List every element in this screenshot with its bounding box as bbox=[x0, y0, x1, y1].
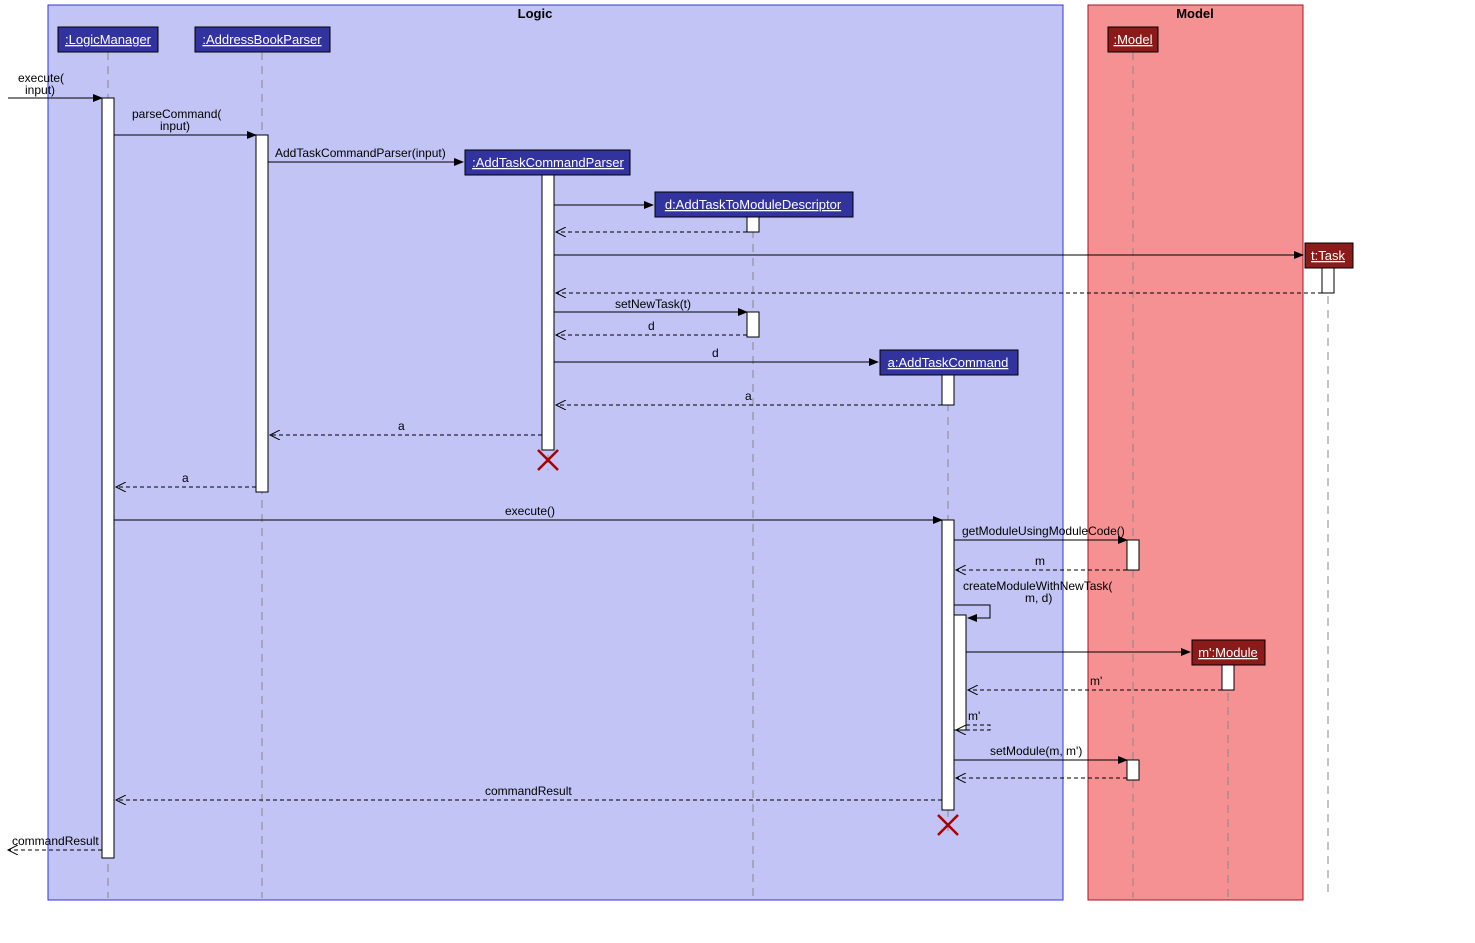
msg-setnewtask-label: setNewTask(t) bbox=[615, 297, 691, 311]
activation-addressbookparser bbox=[256, 135, 268, 492]
msg-execute-label: execute() bbox=[505, 504, 555, 518]
sequence-diagram: Logic Model :LogicManager :AddressBookPa… bbox=[0, 0, 1475, 943]
lifeline-module-label: m':Module bbox=[1198, 645, 1258, 660]
activation-module bbox=[1222, 665, 1234, 690]
msg-return-a3-label: a bbox=[182, 471, 189, 485]
activation-descriptor-2 bbox=[747, 312, 759, 337]
msg-return-mp2-label: m' bbox=[968, 709, 980, 723]
activation-model-2 bbox=[1127, 760, 1139, 780]
msg-return-a-label: a bbox=[745, 389, 752, 403]
activation-parser bbox=[542, 175, 554, 450]
msg-return-d-label: d bbox=[648, 319, 655, 333]
activation-command-self bbox=[954, 615, 966, 730]
msg-commandresult-out-label: commandResult bbox=[12, 834, 99, 848]
lifeline-task-label: t:Task bbox=[1311, 248, 1345, 263]
msg-create-parser-label: AddTaskCommandParser(input) bbox=[275, 146, 446, 160]
activation-command-1 bbox=[942, 375, 954, 405]
msg-create-command-label: d bbox=[712, 346, 719, 360]
activation-logicmanager bbox=[102, 98, 114, 858]
activation-model-1 bbox=[1127, 540, 1139, 570]
activation-command-2 bbox=[942, 520, 954, 810]
msg-commandresult-label: commandResult bbox=[485, 784, 572, 798]
lifeline-command-label: a:AddTaskCommand bbox=[888, 355, 1009, 370]
lifeline-descriptor-label: d:AddTaskToModuleDescriptor bbox=[665, 197, 842, 212]
activation-task bbox=[1322, 268, 1334, 293]
lifeline-addressbookparser-label: :AddressBookParser bbox=[202, 32, 322, 47]
lifeline-model-label: :Model bbox=[1113, 32, 1152, 47]
msg-setmodule-label: setModule(m, m') bbox=[990, 744, 1082, 758]
frame-logic-title: Logic bbox=[518, 6, 553, 21]
msg-getmodule-label: getModuleUsingModuleCode() bbox=[962, 524, 1125, 538]
activation-descriptor-1 bbox=[747, 217, 759, 232]
msg-return-mp-label: m' bbox=[1090, 674, 1102, 688]
msg-return-a2-label: a bbox=[398, 419, 405, 433]
frame-model-title: Model bbox=[1176, 6, 1214, 21]
lifeline-logicmanager-label: :LogicManager bbox=[65, 32, 152, 47]
msg-return-m-label: m bbox=[1035, 554, 1045, 568]
lifeline-parser-label: :AddTaskCommandParser bbox=[472, 155, 624, 170]
frame-model bbox=[1088, 5, 1303, 900]
